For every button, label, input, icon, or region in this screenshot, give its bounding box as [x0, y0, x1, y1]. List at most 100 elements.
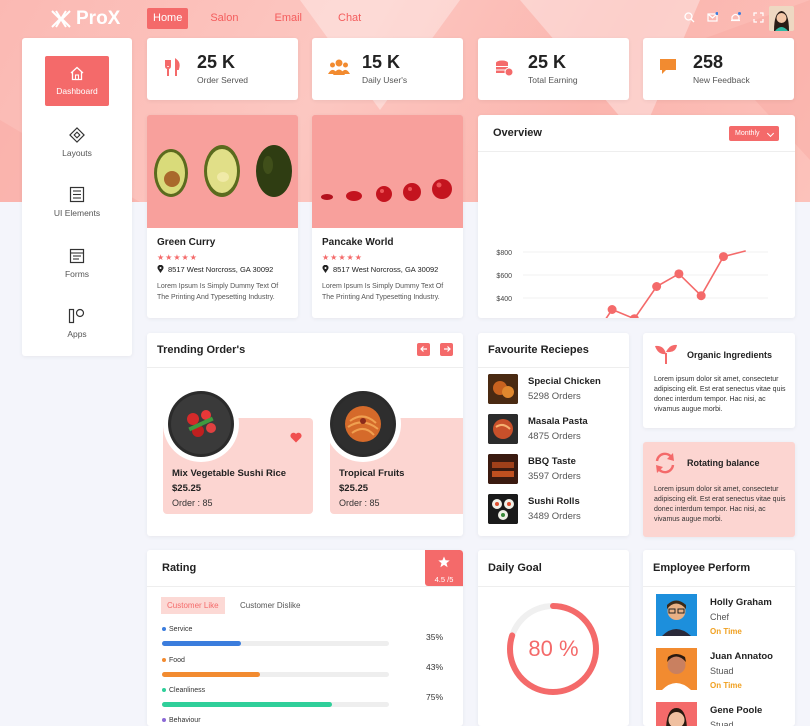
employee-item[interactable]: Holly Graham Chef On Time — [656, 594, 791, 636]
dish-plate — [163, 386, 239, 462]
logo-icon — [51, 10, 71, 28]
fork-knife-icon — [165, 58, 180, 76]
nav-home[interactable]: Home — [147, 8, 189, 29]
user-avatar[interactable] — [769, 6, 794, 31]
sidebar-item-dashboard[interactable]: Dashboard — [45, 56, 109, 106]
order-price: $25.25 — [339, 483, 369, 494]
tab-customer-like[interactable]: Customer Like — [161, 597, 225, 614]
employee-avatar — [656, 702, 697, 726]
recipe-orders: 3489 Orders — [528, 511, 581, 522]
rating-label: Service — [162, 626, 192, 633]
overview-card: Overview Monthly $0$200$400$600$800JanFe… — [478, 115, 795, 318]
avocado-image — [147, 115, 298, 228]
sidebar: Dashboard Layouts UI Elements Forms Apps — [22, 38, 132, 356]
recipe-item[interactable]: Sushi Rolls 3489 Orders — [488, 494, 623, 526]
sidebar-item-apps[interactable]: Apps — [22, 308, 132, 339]
trending-title: Trending Order's — [157, 344, 246, 356]
recipe-item[interactable]: Special Chicken 5298 Orders — [488, 374, 623, 406]
heart-icon[interactable] — [290, 432, 302, 443]
next-button[interactable] — [440, 343, 453, 356]
pasta-dish-image — [333, 394, 393, 454]
stat-value: 25 K — [197, 52, 236, 72]
recipe-name: Masala Pasta — [528, 416, 588, 427]
prev-button[interactable] — [417, 343, 430, 356]
employee-perform-card: Employee Perform Holly Graham Chef On Ti… — [643, 550, 795, 726]
logo[interactable]: ProX — [50, 8, 120, 30]
chart-series-line — [605, 250, 746, 318]
info-title: Organic Ingredients — [687, 350, 773, 360]
tab-customer-dislike[interactable]: Customer Dislike — [234, 597, 306, 614]
sidebar-item-label: Dashboard — [56, 86, 98, 96]
employee-name: Juan Annatoo — [710, 651, 773, 662]
overview-title: Overview — [493, 127, 542, 139]
nav-chat[interactable]: Chat — [324, 8, 375, 29]
food-card-pancake-world[interactable]: Pancake World ★★★★★ 8517 West Norcross, … — [312, 115, 463, 318]
stat-card-orders: 25 K Order Served — [147, 38, 298, 100]
recipe-thumbnail — [488, 414, 518, 444]
recipe-name: Sushi Rolls — [528, 496, 580, 507]
sidebar-item-layouts[interactable]: Layouts — [22, 127, 132, 158]
period-dropdown[interactable]: Monthly — [729, 126, 779, 141]
stat-value: 25 K — [528, 52, 567, 72]
y-tick-label: $800 — [496, 250, 512, 257]
stat-label: Order Served — [197, 75, 249, 85]
top-nav: Home Salon Email Chat — [147, 8, 375, 29]
user-avatar-icon — [769, 6, 794, 31]
rating-bar-fill — [162, 641, 242, 646]
rating-label: Food — [162, 657, 185, 664]
apps-icon — [68, 308, 85, 324]
star-rating: ★★★★★ — [157, 253, 198, 262]
chart-point — [718, 252, 728, 262]
star-icon — [438, 556, 450, 568]
home-icon — [70, 66, 84, 81]
sidebar-item-forms[interactable]: Forms — [22, 248, 132, 279]
info-title: Rotating balance — [687, 458, 760, 468]
mail-icon[interactable] — [707, 12, 718, 23]
bell-icon[interactable] — [730, 12, 741, 23]
daily-goal-card: Daily Goal 80 % — [478, 550, 629, 726]
order-price: $25.25 — [172, 483, 202, 494]
card-divider — [643, 586, 795, 587]
rating-score-badge: 4.5 /5 — [425, 550, 463, 586]
recipe-item[interactable]: Masala Pasta 4875 Orders — [488, 414, 623, 446]
stat-card-users: 15 K Daily User's — [312, 38, 463, 100]
rotate-icon — [655, 452, 675, 474]
rating-label: Cleanliness — [162, 687, 205, 694]
stat-card-feedback: 258 New Feedback — [643, 38, 794, 100]
food-name: Green Curry — [157, 237, 216, 248]
order-name: Mix Vegetable Sushi Rice — [172, 468, 287, 479]
employee-role: Stuad — [710, 666, 734, 676]
info-text: Lorem ipsum dolor sit amet, consectetur … — [654, 486, 786, 523]
employee-name: Holly Graham — [710, 597, 772, 608]
rating-score: 4.5 /5 — [434, 575, 454, 584]
food-card-green-curry[interactable]: Green Curry ★★★★★ 8517 West Norcross, GA… — [147, 115, 298, 318]
chart-point — [674, 269, 684, 279]
employee-item[interactable]: Gene Poole Stuad — [656, 702, 791, 726]
stat-card-earning: 25 K Total Earning — [478, 38, 629, 100]
rating-card: Rating 4.5 /5 Customer Like Customer Dis… — [147, 550, 463, 726]
nav-email[interactable]: Email — [260, 8, 316, 29]
order-quantity: Order : 85 — [172, 498, 213, 508]
sushi-dish-image — [171, 394, 231, 454]
goal-title: Daily Goal — [488, 562, 542, 574]
employee-item[interactable]: Juan Annatoo Stuad On Time — [656, 648, 791, 690]
star-rating: ★★★★★ — [322, 253, 363, 262]
employee-avatar — [656, 594, 697, 636]
chat-bubble-icon — [660, 59, 676, 74]
fullscreen-icon[interactable] — [753, 12, 764, 23]
sidebar-item-ui-elements[interactable]: UI Elements — [22, 186, 132, 218]
rating-bar-fill — [162, 702, 333, 707]
search-icon[interactable] — [684, 12, 695, 23]
nav-salon[interactable]: Salon — [196, 8, 252, 29]
employee-role: Chef — [710, 612, 730, 622]
avocado-illustration — [147, 115, 298, 228]
food-address: 8517 West Norcross, GA 30092 — [157, 264, 273, 274]
recipe-name: Special Chicken — [528, 376, 601, 387]
brand-name: ProX — [76, 8, 121, 29]
recipe-item[interactable]: BBQ Taste 3597 Orders — [488, 454, 623, 486]
employee-status: On Time — [710, 627, 742, 636]
recipe-orders: 3597 Orders — [528, 471, 581, 482]
rating-percent: 75% — [426, 692, 444, 702]
overview-line-chart: $0$200$400$600$800JanFebMarAprMayJunJulA… — [496, 250, 768, 318]
food-name: Pancake World — [322, 237, 394, 248]
